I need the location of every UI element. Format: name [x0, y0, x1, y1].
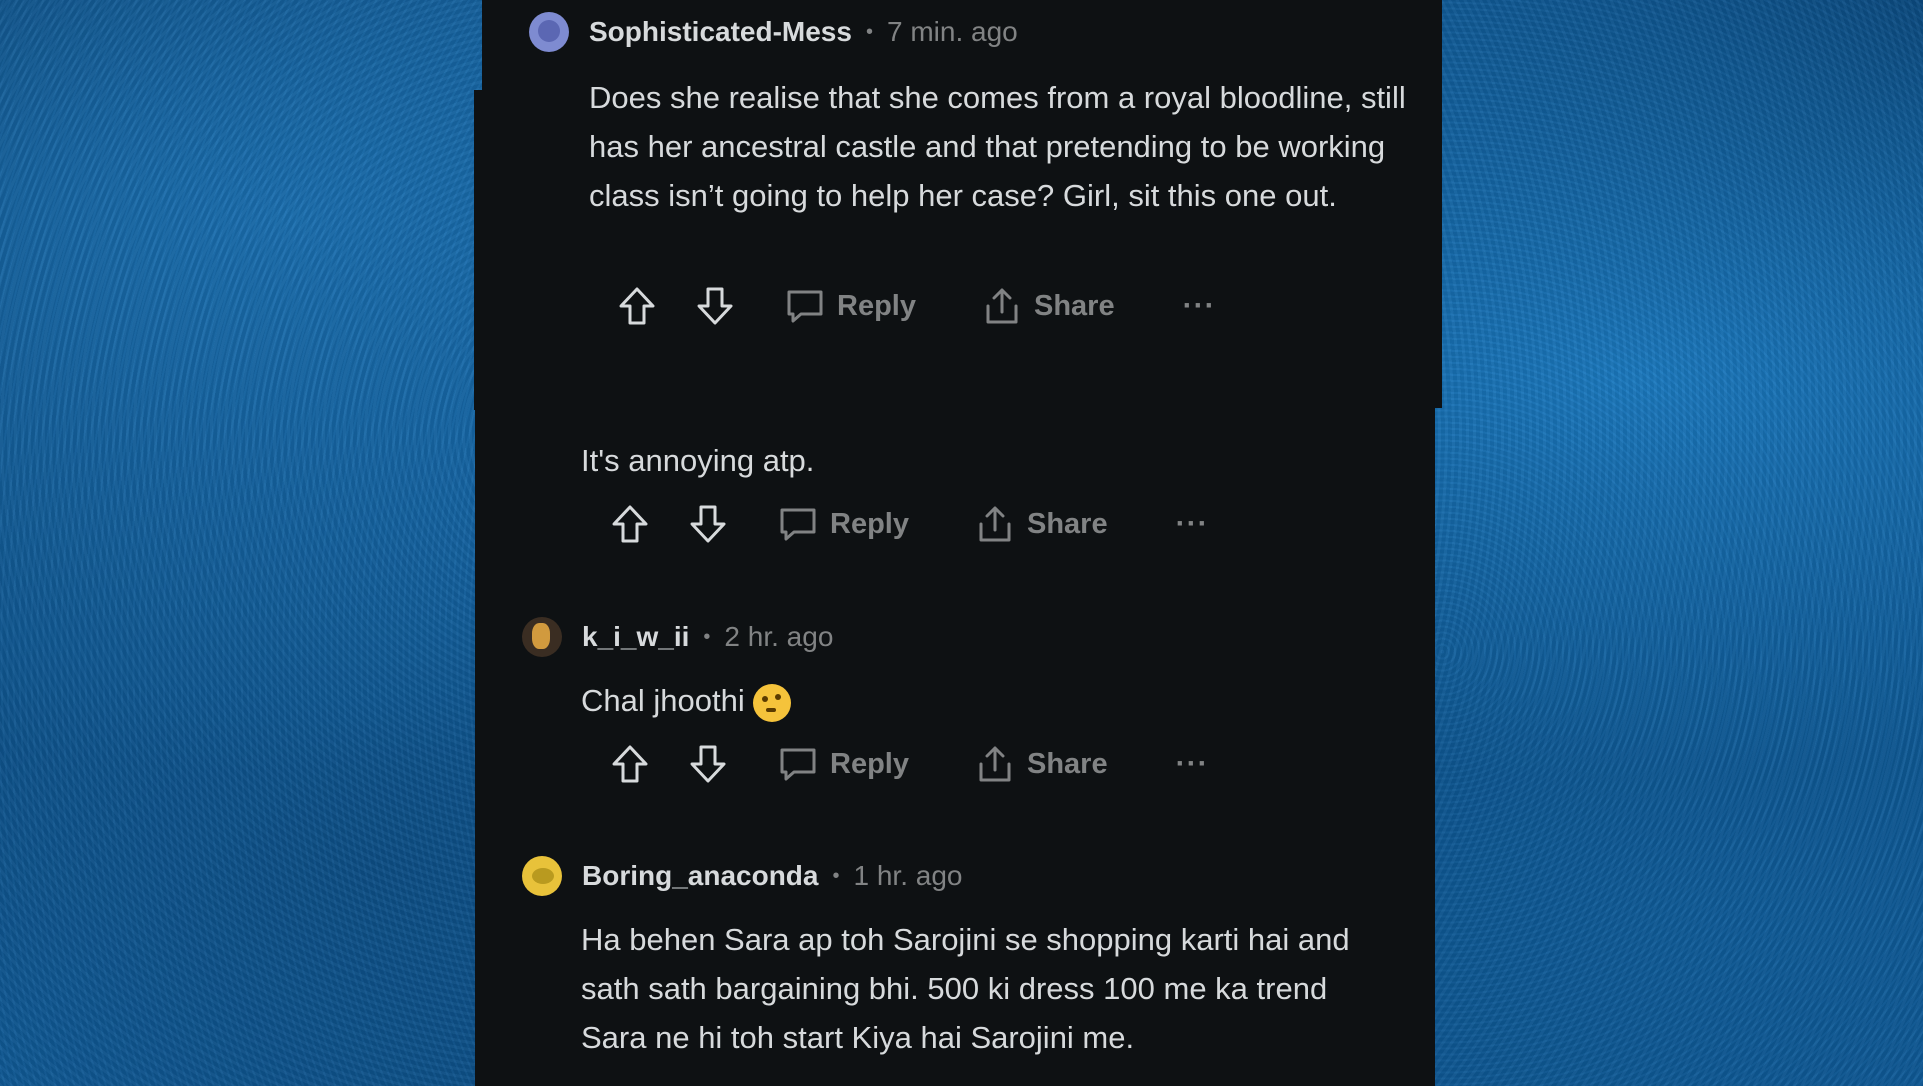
- share-button[interactable]: Share: [982, 286, 1115, 326]
- reply-label: Reply: [830, 507, 909, 540]
- downvote-icon[interactable]: [688, 744, 728, 784]
- avatar[interactable]: [522, 856, 562, 896]
- more-options-button[interactable]: ···: [1183, 289, 1216, 323]
- share-label: Share: [1026, 507, 1108, 540]
- more-options-button[interactable]: ···: [1176, 747, 1209, 781]
- share-icon: [986, 288, 1018, 324]
- reply-button[interactable]: Reply: [778, 744, 909, 784]
- comment-header: Boring_anaconda • 1 hr. ago: [522, 856, 962, 896]
- separator-dot: •: [832, 864, 840, 887]
- share-icon: [979, 506, 1011, 542]
- separator-dot: •: [703, 625, 711, 648]
- username[interactable]: Boring_anaconda: [582, 860, 818, 892]
- comment-actions: Reply Share ···: [617, 282, 1216, 330]
- share-label: Share: [1026, 747, 1108, 780]
- comment-header: Sophisticated-Mess • 7 min. ago: [529, 12, 1018, 52]
- reply-icon: [780, 748, 816, 781]
- downvote-icon[interactable]: [695, 286, 735, 326]
- share-icon: [979, 746, 1011, 782]
- avatar[interactable]: [529, 12, 569, 52]
- reply-icon: [787, 290, 823, 323]
- timestamp[interactable]: 1 hr. ago: [854, 860, 963, 892]
- comment-body: Chal jhoothi: [581, 676, 1411, 725]
- username[interactable]: Sophisticated-Mess: [589, 16, 852, 48]
- upvote-icon[interactable]: [610, 744, 650, 784]
- downvote-icon[interactable]: [688, 504, 728, 544]
- comment-text: Chal jhoothi: [581, 683, 745, 718]
- more-options-button[interactable]: ···: [1176, 507, 1209, 541]
- comment-body: It's annoying atp.: [581, 443, 815, 478]
- reply-button[interactable]: Reply: [785, 286, 916, 326]
- separator-dot: •: [865, 20, 873, 43]
- share-button[interactable]: Share: [975, 504, 1108, 544]
- timestamp[interactable]: 7 min. ago: [887, 16, 1018, 48]
- username[interactable]: k_i_w_ii: [582, 621, 689, 653]
- comment-actions: Reply Share ···: [610, 740, 1209, 788]
- comment-body: Does she realise that she comes from a r…: [589, 80, 1406, 213]
- comment-header: k_i_w_ii • 2 hr. ago: [522, 617, 833, 657]
- avatar[interactable]: [522, 617, 562, 657]
- reply-button[interactable]: Reply: [778, 504, 909, 544]
- upvote-icon[interactable]: [610, 504, 650, 544]
- share-button[interactable]: Share: [975, 744, 1108, 784]
- reply-icon: [780, 508, 816, 541]
- upvote-icon[interactable]: [617, 286, 657, 326]
- reply-label: Reply: [830, 747, 909, 780]
- timestamp[interactable]: 2 hr. ago: [724, 621, 833, 653]
- emoji-thinking-icon: [752, 683, 791, 722]
- share-label: Share: [1033, 289, 1115, 322]
- comment-actions: Reply Share ···: [610, 500, 1209, 548]
- reply-label: Reply: [837, 289, 916, 322]
- comment-body: Ha behen Sara ap toh Sarojini se shoppin…: [581, 922, 1350, 1055]
